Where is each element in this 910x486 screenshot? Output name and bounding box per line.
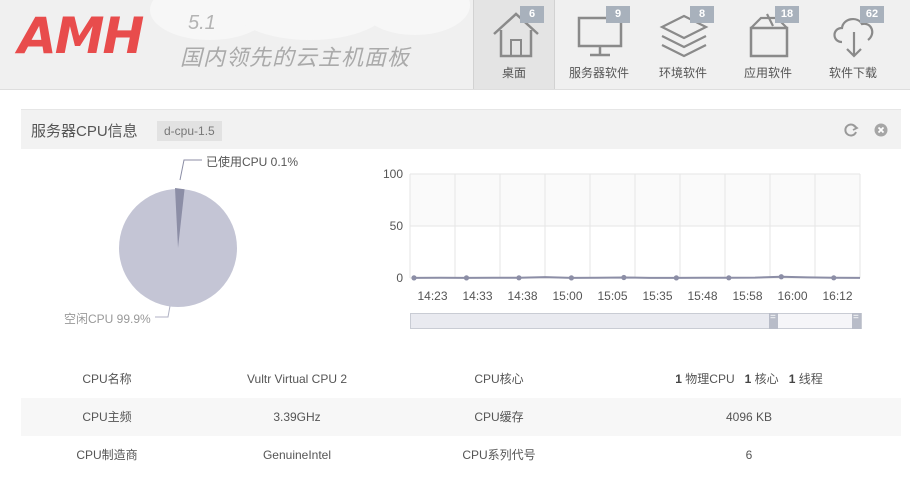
nav-desktop[interactable]: 6 桌面 (473, 0, 555, 89)
core-count: 1 (744, 372, 752, 386)
x-tick-label: 15:00 (552, 289, 582, 303)
x-tick-label: 16:12 (822, 289, 852, 303)
nav-badge: 62 (860, 6, 884, 23)
header-cloud-decoration (360, 0, 470, 35)
thread-count: 1 (788, 372, 796, 386)
nav-badge: 9 (606, 6, 630, 23)
pie-leader-used (179, 159, 202, 181)
nav-label: 软件下载 (828, 66, 877, 80)
y-tick-label: 100 (383, 167, 403, 181)
x-tick-label: 14:33 (462, 289, 492, 303)
cpu-cores-value: 1 物理CPU 1 核心 1 线程 (597, 360, 901, 398)
x-tick-label: 15:58 (732, 289, 762, 303)
data-point (411, 275, 417, 281)
cpu-frequency-label: CPU主频 (82, 410, 132, 424)
thread-label: 线程 (798, 372, 823, 386)
data-point (673, 275, 679, 281)
x-tick-label: 16:00 (777, 289, 807, 303)
nav-label: 应用软件 (743, 66, 792, 80)
nav-badge: 8 (690, 6, 714, 23)
nav-server-software[interactable]: 9 服务器软件 (558, 0, 640, 89)
cpu-cores-label: CPU核心 (474, 372, 524, 386)
table-row: CPU主频 3.39GHz CPU缓存 4096 KB (21, 398, 901, 436)
panel-header: 服务器CPU信息 d-cpu-1.5 (21, 109, 901, 149)
zoom-handle-right[interactable] (852, 312, 861, 329)
nav-app-software[interactable]: 18 应用软件 (727, 0, 809, 89)
table-row: CPU名称 Vultr Virtual CPU 2 CPU核心 1 物理CPU … (21, 360, 901, 398)
zoom-selection[interactable] (411, 314, 776, 328)
x-tick-label: 15:48 (687, 289, 717, 303)
cpu-vendor-value: GenuineIntel (262, 448, 332, 462)
x-tick-label: 15:35 (642, 289, 672, 303)
series-line (413, 275, 861, 279)
slogan-text: 国内领先的云主机面板 (180, 45, 411, 70)
x-tick-label: 14:23 (417, 289, 447, 303)
version-label: 5.1 (188, 12, 216, 34)
nav-env-software[interactable]: 8 环境软件 (642, 0, 724, 89)
nav-badge: 6 (520, 6, 544, 23)
data-point (516, 275, 522, 281)
close-icon[interactable] (873, 122, 889, 138)
physical-cpu-label: 物理CPU (685, 372, 735, 386)
cpu-frequency-value: 3.39GHz (273, 410, 321, 424)
cpu-cache-value: 4096 KB (725, 410, 773, 424)
pie-label-used: 已使用CPU 0.1% (206, 155, 299, 169)
chart-zoom-slider[interactable] (410, 312, 862, 329)
data-point (463, 275, 470, 281)
nav-software-download[interactable]: 62 软件下载 (812, 0, 894, 89)
amh-logo[interactable]: AMH (18, 8, 144, 64)
data-point (778, 274, 784, 280)
top-header: AMH 5.1 国内领先的云主机面板 6 桌面 9 服务器软件 8 环境软件 1… (0, 0, 910, 90)
data-point (621, 274, 627, 281)
data-point (831, 275, 837, 281)
nav-label: 桌面 (501, 66, 526, 80)
table-row: CPU制造商 GenuineIntel CPU系列代号 6 (21, 436, 901, 474)
y-tick-label: 50 (390, 219, 404, 233)
cpu-vendor-label: CPU制造商 (76, 448, 138, 462)
nav-label: 服务器软件 (568, 66, 629, 80)
x-tick-label: 15:05 (597, 289, 627, 303)
core-label: 核心 (754, 372, 779, 386)
module-tag: d-cpu-1.5 (157, 121, 222, 141)
pie-leader-idle (155, 305, 171, 318)
data-point (726, 275, 732, 281)
cpu-name-value: Vultr Virtual CPU 2 (246, 372, 348, 386)
cpu-family-label: CPU系列代号 (462, 448, 536, 462)
pie-label-idle: 空闲CPU 99.9% (64, 312, 151, 326)
nav-label: 环境软件 (658, 66, 707, 80)
x-tick-label: 14:38 (507, 289, 537, 303)
physical-cpu-count: 1 (675, 372, 682, 386)
cpu-name-label: CPU名称 (82, 372, 132, 386)
cpu-info-table: CPU名称 Vultr Virtual CPU 2 CPU核心 1 物理CPU … (21, 360, 901, 474)
refresh-icon[interactable] (843, 122, 859, 138)
zoom-handle-left[interactable] (769, 312, 778, 329)
cpu-usage-line-chart: 0 50 100 14:23 14:33 14:38 15:00 15:05 15:35 15:4… (383, 167, 861, 303)
cpu-cache-label: CPU缓存 (474, 410, 524, 424)
data-point (568, 275, 575, 281)
panel-title: 服务器CPU信息 (31, 123, 138, 140)
cpu-usage-pie-chart (119, 159, 237, 318)
nav-badge: 18 (775, 6, 799, 23)
y-tick-label: 0 (396, 271, 403, 285)
cpu-family-value: 6 (745, 448, 753, 462)
